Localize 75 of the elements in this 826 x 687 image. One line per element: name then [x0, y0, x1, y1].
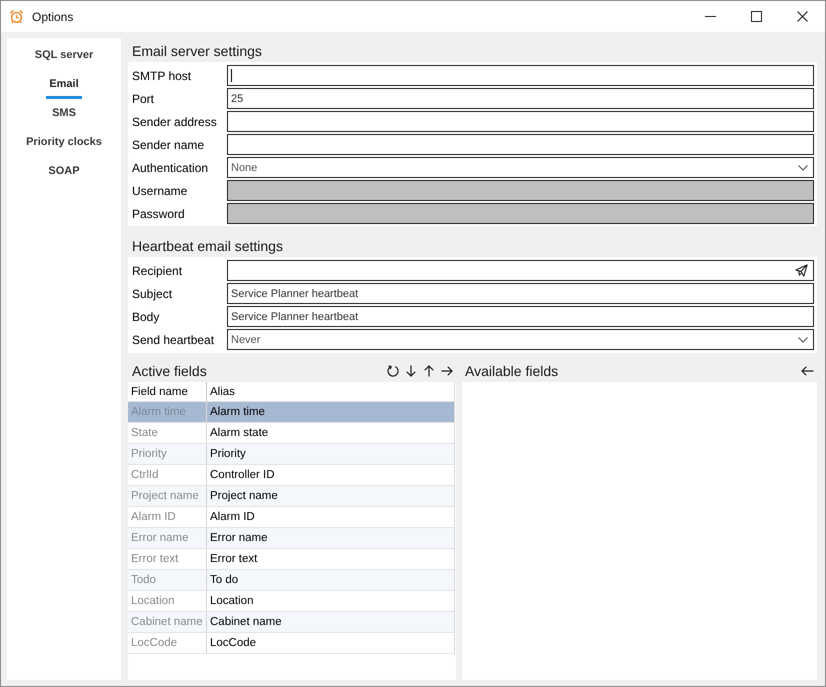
table-cell-text: Alarm state [209, 426, 270, 441]
table-cell: Priority [128, 444, 207, 464]
section-title: Active fields [132, 363, 207, 379]
field-label: Username [132, 184, 188, 198]
table-row[interactable]: Priority Priority [128, 444, 455, 465]
minimize-icon [704, 16, 716, 17]
sidebar-tab[interactable]: Email [7, 70, 121, 99]
table-row[interactable]: LocCode LocCode [128, 633, 455, 654]
table-row[interactable]: Cabinet name Cabinet name [128, 612, 455, 633]
table-cell-text: LocCode [209, 636, 258, 651]
field-label: Sender address [132, 114, 218, 128]
table-cell-text: Alarm time [209, 405, 266, 420]
sidebar-tab[interactable]: SOAP [7, 157, 121, 186]
table-row[interactable]: Project name Project name [128, 486, 455, 507]
chevron-down-icon [798, 164, 808, 170]
sidebar-tab[interactable]: SQL server [7, 41, 121, 70]
table-cell: Cabinet name [128, 612, 207, 632]
table-cell: CtrlId [128, 465, 207, 485]
arrow-down-icon[interactable] [405, 365, 417, 377]
dropdown[interactable]: Never [227, 329, 814, 350]
table-cell-text: Error name [209, 531, 269, 546]
section-title: Available fields [465, 363, 558, 379]
text-field[interactable]: 25 [227, 88, 814, 109]
table-cell-text: Location [209, 594, 254, 609]
table-cell: Todo [128, 570, 207, 590]
table-cell: Alarm ID [128, 507, 207, 527]
table-cell: Error name [128, 528, 207, 548]
field-label: Body [132, 310, 160, 324]
field-label: Password [132, 206, 186, 220]
sidebar-tab[interactable]: SMS [7, 99, 121, 128]
table-cell-text: Alarm ID [209, 510, 256, 525]
send-icon[interactable] [795, 264, 808, 277]
arrow-left-icon[interactable] [801, 365, 814, 377]
chevron-down-icon [798, 336, 808, 342]
section-title: Email server settings [131, 42, 263, 61]
text-field[interactable] [227, 134, 814, 155]
table-row[interactable]: Error name Error name [128, 528, 455, 549]
text-field[interactable] [227, 65, 814, 86]
table-cell: Project name [128, 486, 207, 506]
table-row[interactable]: Alarm time Alarm time [128, 402, 455, 423]
field-label: Recipient [132, 264, 184, 278]
section-title: Heartbeat email settings [131, 237, 284, 256]
sidebar-tab[interactable]: Priority clocks [7, 128, 121, 157]
field-label: Authentication [132, 160, 210, 174]
text-field[interactable] [227, 260, 814, 281]
maximize-icon [750, 11, 762, 22]
field-label: SMTP host [132, 68, 192, 82]
table-cell-text: Project name [209, 489, 279, 504]
refresh-icon[interactable] [387, 365, 399, 377]
table-cell: LocCode [128, 633, 207, 653]
text-field[interactable] [227, 111, 814, 132]
table-cell-text: To do [209, 573, 240, 588]
field-label: Port [132, 92, 156, 106]
table-cell: Error text [128, 549, 207, 569]
text-field[interactable]: Service Planner heartbeat [227, 306, 814, 327]
field-label: Sender name [132, 138, 206, 152]
arrow-up-icon[interactable] [423, 365, 435, 377]
field-label: Subject [132, 286, 174, 300]
table-cell: Alarm time [128, 402, 207, 422]
field-label: Send heartbeat [132, 332, 216, 346]
column-header[interactable]: Field name [128, 382, 207, 401]
dropdown[interactable]: None [227, 157, 814, 178]
table-cell: Location [128, 591, 207, 611]
table-cell-text: Controller ID [209, 468, 276, 483]
table-cell-text: Error text [209, 552, 258, 567]
alarm-clock-icon [9, 9, 24, 24]
table-cell-text: Cabinet name [209, 615, 283, 630]
window-title: Options [32, 10, 74, 24]
column-header[interactable]: Alias [207, 382, 454, 401]
arrow-right-icon[interactable] [441, 365, 453, 377]
table-row[interactable]: Todo To do [128, 570, 455, 591]
table-cell: State [128, 423, 207, 443]
close-icon [796, 11, 808, 22]
table-cell-text: Priority [209, 447, 247, 462]
text-field[interactable]: Service Planner heartbeat [227, 283, 814, 304]
